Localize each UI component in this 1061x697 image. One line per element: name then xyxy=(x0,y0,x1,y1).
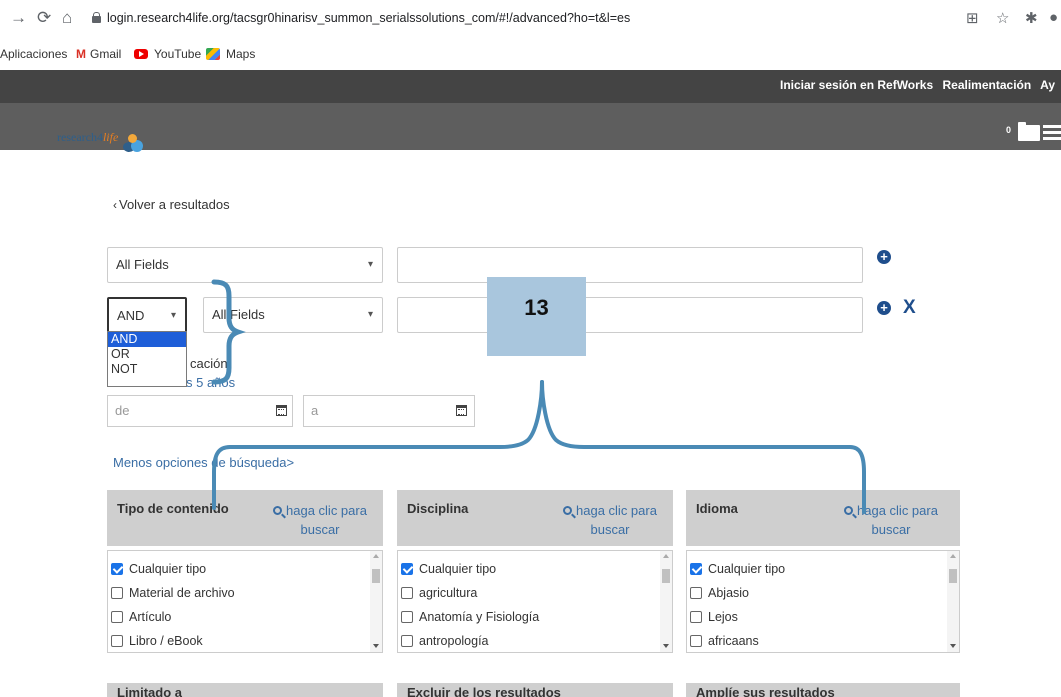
connector-left-line xyxy=(212,380,544,510)
annotation-callout: 13 xyxy=(487,277,586,356)
bracket-shape xyxy=(211,279,246,385)
connector-right-line xyxy=(540,380,866,514)
